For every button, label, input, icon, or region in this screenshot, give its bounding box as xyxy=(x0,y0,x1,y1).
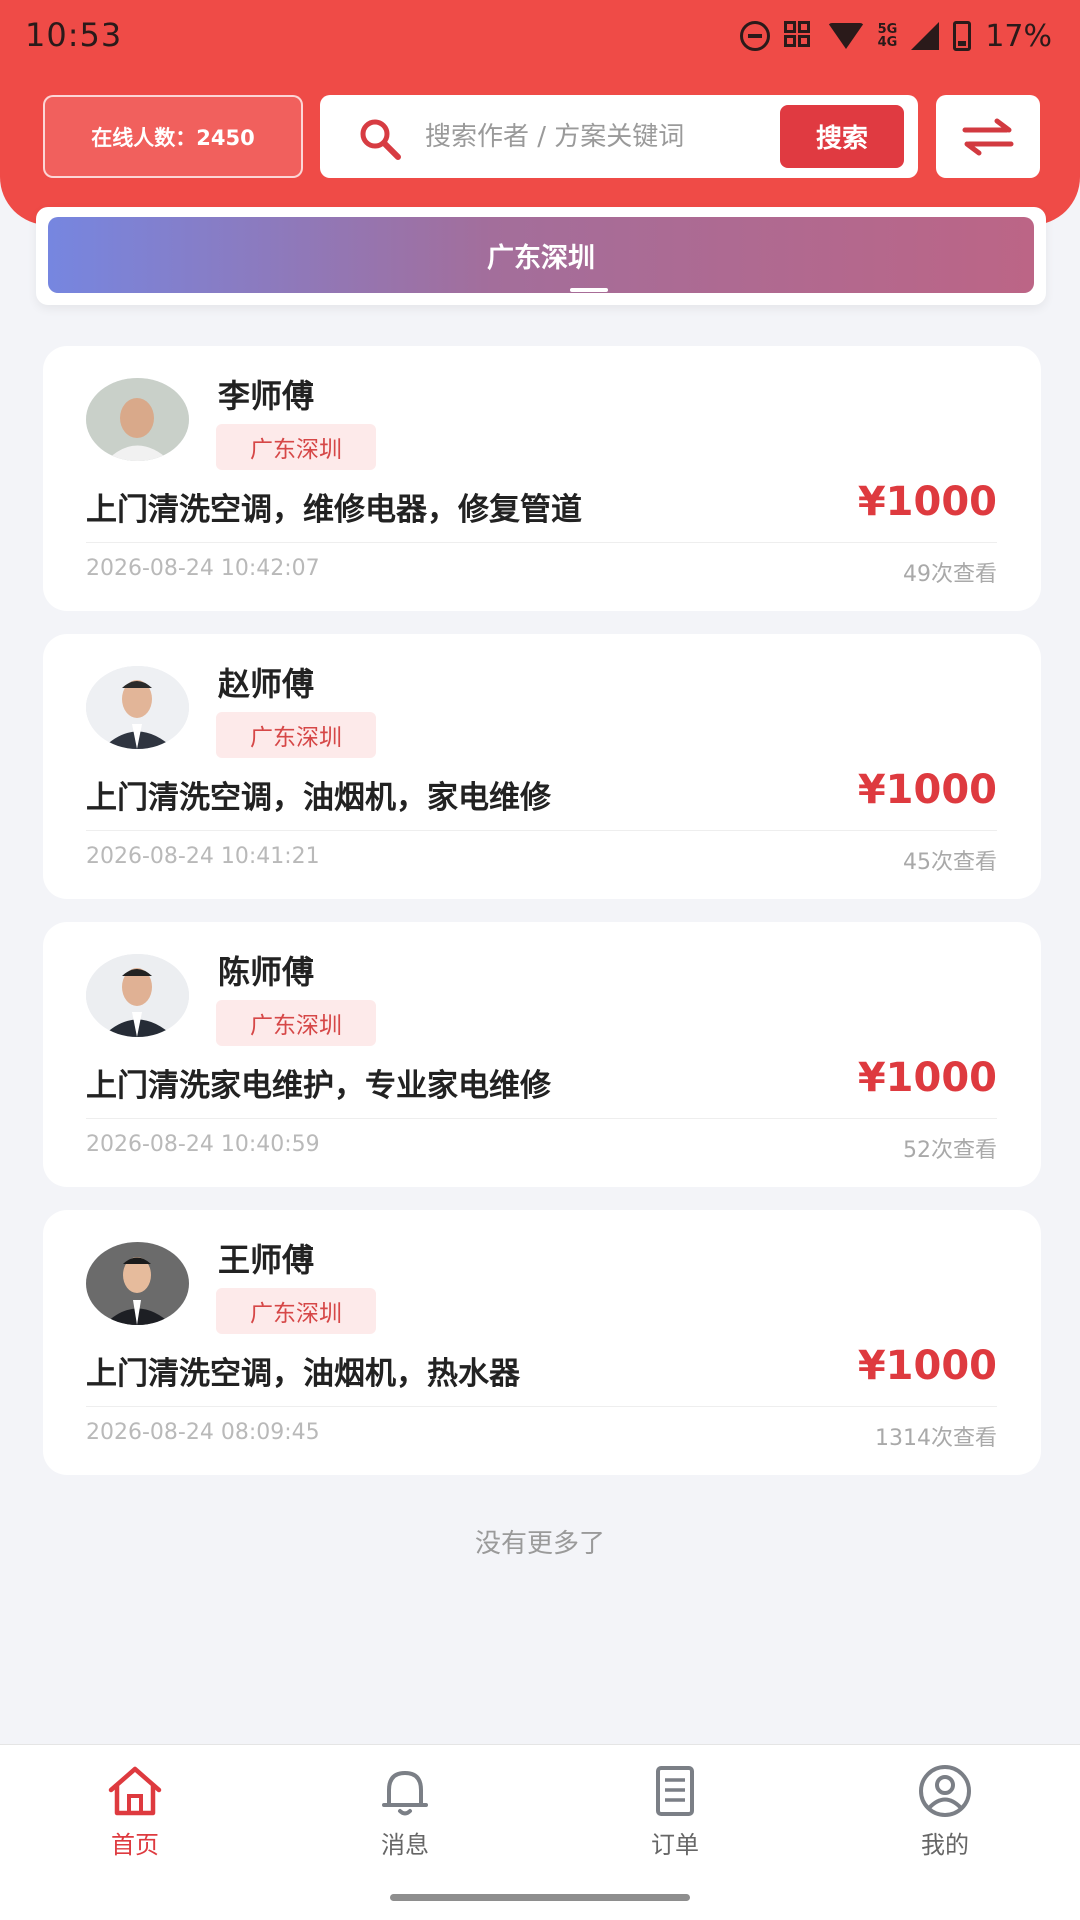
swap-button[interactable] xyxy=(936,95,1040,178)
listing-date: 2026-08-24 10:41:21 xyxy=(86,844,320,869)
listing-price: ¥1000 xyxy=(857,1055,997,1101)
region-tab-bar: 广东深圳 xyxy=(36,207,1046,305)
card-divider xyxy=(86,542,997,543)
search-button-label: 搜索 xyxy=(815,124,868,154)
status-time: 10:53 xyxy=(25,16,123,54)
listing-price: ¥1000 xyxy=(857,479,997,525)
worker-name: 王师傅 xyxy=(218,1241,315,1279)
avatar xyxy=(86,666,189,749)
sim-icon xyxy=(783,21,814,51)
nav-label-messages: 消息 xyxy=(381,1831,429,1859)
do-not-disturb-icon xyxy=(739,21,770,51)
nav-item-profile[interactable]: 我的 xyxy=(870,1763,1020,1873)
nav-item-home[interactable]: 首页 xyxy=(60,1763,210,1873)
location-tag: 广东深圳 xyxy=(216,1000,376,1046)
listing-card[interactable]: 李师傅 广东深圳 上门清洗空调，维修电器，修复管道 ¥1000 2026-08-… xyxy=(43,346,1041,611)
listing-price: ¥1000 xyxy=(857,1343,997,1389)
online-count-badge: 在线人数：2450 xyxy=(43,95,303,178)
bell-icon xyxy=(382,1771,428,1816)
search-input[interactable] xyxy=(425,109,755,164)
swap-arrows-icon xyxy=(962,118,1014,155)
signal-icon xyxy=(911,22,940,50)
nav-label-orders: 订单 xyxy=(651,1831,699,1859)
online-count-text: 在线人数：2450 xyxy=(91,125,255,150)
listing-title: 上门清洗空调，油烟机，家电维修 xyxy=(86,780,551,816)
listing-card[interactable]: 赵师傅 广东深圳 上门清洗空调，油烟机，家电维修 ¥1000 2026-08-2… xyxy=(43,634,1041,899)
status-bar: 10:53 5G 4G 17% xyxy=(0,0,1080,72)
no-more-text: 没有更多了 xyxy=(474,1529,605,1559)
worker-name: 赵师傅 xyxy=(218,665,315,703)
listing-date: 2026-08-24 10:42:07 xyxy=(86,556,320,581)
card-divider xyxy=(86,1118,997,1119)
location-tag: 广东深圳 xyxy=(216,1288,376,1334)
search-bar[interactable]: 搜索 xyxy=(320,95,918,178)
listing-price: ¥1000 xyxy=(857,767,997,813)
battery-icon xyxy=(953,21,972,51)
search-button[interactable]: 搜索 xyxy=(780,105,904,168)
view-count: 1314次查看 xyxy=(875,1426,997,1451)
location-tag: 广东深圳 xyxy=(216,712,376,758)
user-icon xyxy=(919,1765,971,1817)
wifi-icon xyxy=(827,23,864,49)
worker-name: 李师傅 xyxy=(218,377,315,415)
avatar xyxy=(86,1242,189,1325)
search-icon xyxy=(360,119,401,160)
location-tag: 广东深圳 xyxy=(216,424,376,470)
app-screen: 10:53 5G 4G 17% 在线人数：2450 搜索作者 / 方案关键词 搜… xyxy=(0,0,1080,1920)
home-indicator xyxy=(390,1894,690,1901)
card-divider xyxy=(86,1406,997,1407)
tab-region-label: 广东深圳 xyxy=(487,242,595,274)
listing-card[interactable]: 王师傅 广东深圳 上门清洗空调，油烟机，热水器 ¥1000 2026-08-24… xyxy=(43,1210,1041,1475)
listing-list: 李师傅 广东深圳 上门清洗空调，维修电器，修复管道 ¥1000 2026-08-… xyxy=(43,346,1041,1498)
listing-card[interactable]: 陈师傅 广东深圳 上门清洗家电维护，专业家电维修 ¥1000 2026-08-2… xyxy=(43,922,1041,1187)
listing-date: 2026-08-24 08:09:45 xyxy=(86,1420,320,1445)
nav-label-home: 首页 xyxy=(111,1831,159,1859)
view-count: 52次查看 xyxy=(903,1138,997,1163)
card-divider xyxy=(86,830,997,831)
nav-item-messages[interactable]: 消息 xyxy=(330,1763,480,1873)
listing-title: 上门清洗家电维护，专业家电维修 xyxy=(86,1068,551,1104)
listing-date: 2026-08-24 10:40:59 xyxy=(86,1132,320,1157)
listing-title: 上门清洗空调，维修电器，修复管道 xyxy=(86,492,582,528)
view-count: 49次查看 xyxy=(903,562,997,587)
tab-active-indicator xyxy=(570,288,608,292)
network-type: 5G 4G xyxy=(877,22,898,50)
document-icon xyxy=(656,1766,694,1816)
worker-name: 陈师傅 xyxy=(218,953,315,991)
listing-title: 上门清洗空调，油烟机，热水器 xyxy=(86,1356,520,1392)
avatar xyxy=(86,378,189,461)
tab-region-active[interactable]: 广东深圳 xyxy=(48,217,1034,293)
status-icons: 5G 4G 17% xyxy=(739,16,1052,56)
nav-item-orders[interactable]: 订单 xyxy=(600,1763,750,1873)
battery-level: 17% xyxy=(985,18,1052,54)
nav-label-profile: 我的 xyxy=(921,1831,969,1859)
avatar xyxy=(86,954,189,1037)
home-icon xyxy=(108,1766,162,1816)
view-count: 45次查看 xyxy=(903,850,997,875)
